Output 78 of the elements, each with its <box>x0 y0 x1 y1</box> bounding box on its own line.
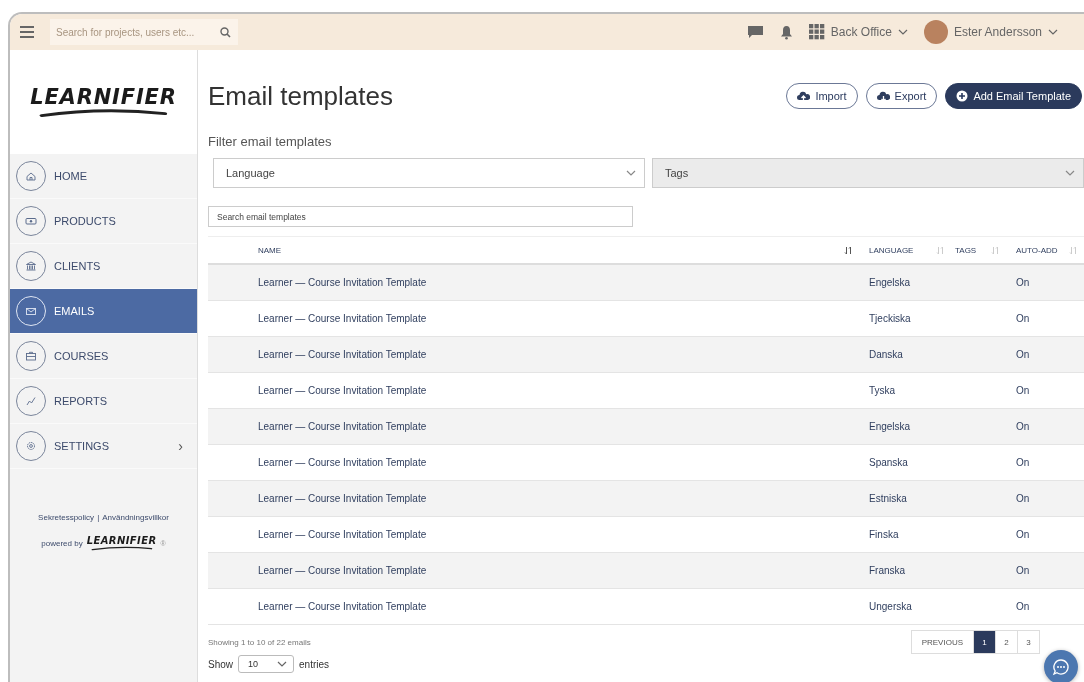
table-cell: Learner — Course Invitation Template <box>258 529 427 540</box>
nav-item[interactable]: PRODUCTS <box>10 199 197 244</box>
table-cell: On <box>1016 529 1030 540</box>
column-header[interactable]: TAGS <box>955 245 991 255</box>
grid-icon <box>808 24 825 40</box>
footer-link[interactable]: Sekretesspolicy <box>38 513 95 522</box>
table-cell: On <box>1016 277 1030 288</box>
chevron-down-icon <box>1065 170 1075 176</box>
table-cell: On <box>1016 385 1030 396</box>
table-cell: Tjeckiska <box>869 313 911 324</box>
column-header[interactable]: LANGUAGE <box>869 245 936 255</box>
table-cell: Tyska <box>869 385 896 396</box>
separator: | <box>97 513 100 522</box>
avatar <box>923 20 948 44</box>
chevron-down-icon <box>626 170 636 176</box>
chevron-right-icon: › <box>178 438 183 454</box>
chat-button[interactable] <box>1044 650 1078 682</box>
sort-icon[interactable] <box>844 245 853 255</box>
menu-icon[interactable] <box>20 26 34 38</box>
workspace-dropdown[interactable]: Back Office <box>808 24 908 40</box>
table-cell: Engelska <box>869 421 911 432</box>
entries-info: Showing 1 to 10 of 22 emails <box>208 637 312 647</box>
show-label: Show <box>208 658 233 670</box>
table-cell: Learner — Course Invitation Template <box>258 421 427 432</box>
table-cell: Finska <box>869 529 899 540</box>
nav-item[interactable]: EMAILS <box>10 289 197 334</box>
page-title: Email templates <box>208 80 394 112</box>
column-header[interactable]: NAME <box>258 245 844 255</box>
cloud-download-icon <box>876 90 890 102</box>
table-cell: On <box>1016 457 1030 468</box>
user-menu[interactable]: Ester Andersson <box>923 20 1058 44</box>
table-cell: On <box>1016 601 1030 612</box>
search-field[interactable]: Search email templates <box>208 206 633 227</box>
plus-circle-icon <box>956 90 969 102</box>
nav-item[interactable]: SETTINGS › <box>10 424 197 469</box>
table-cell: Learner — Course Invitation Template <box>258 493 427 504</box>
chevron-down-icon <box>1048 29 1058 35</box>
chevron-down-icon <box>277 661 287 667</box>
bell-icon[interactable] <box>779 24 793 40</box>
chevron-down-icon <box>897 29 908 35</box>
table-cell: Learner — Course Invitation Template <box>258 457 427 468</box>
table-cell: Estniska <box>869 493 907 504</box>
learnifier-logo: LEARNIFIER <box>30 86 177 118</box>
table-cell: Engelska <box>869 277 911 288</box>
cloud-upload-icon <box>797 90 811 102</box>
table-cell: On <box>1016 349 1030 360</box>
table-cell: Learner — Course Invitation Template <box>258 385 427 396</box>
search-field[interactable]: Search for projects, users etc... <box>50 19 238 45</box>
table-cell: Learner — Course Invitation Template <box>258 277 427 288</box>
table-cell: Spanska <box>869 457 908 468</box>
action-button[interactable]: Import <box>786 83 858 109</box>
learnifier-logo: LEARNIFIER <box>86 536 157 551</box>
table-cell: Learner — Course Invitation Template <box>258 349 427 360</box>
page-button[interactable]: 1 <box>973 631 995 653</box>
entries-label: entries <box>299 658 330 670</box>
table-cell: On <box>1016 493 1030 504</box>
table-cell: Danska <box>869 349 903 360</box>
filter-label: Filter email templates <box>208 134 333 149</box>
action-button[interactable]: Export <box>865 83 938 109</box>
footer-link[interactable]: Användningsvillkor <box>102 513 169 522</box>
table-cell: Ungerska <box>869 601 912 612</box>
speech-bubble-icon <box>1052 658 1070 676</box>
table-cell: On <box>1016 421 1030 432</box>
filter-dropdown[interactable]: Language <box>213 158 645 188</box>
table-cell: Learner — Course Invitation Template <box>258 565 427 576</box>
page-length-select[interactable]: 10 <box>238 655 294 673</box>
add-template-button[interactable]: Add Email Template <box>945 83 1082 109</box>
chat-icon[interactable] <box>746 25 764 39</box>
nav-item[interactable]: HOME <box>10 154 197 199</box>
nav-item[interactable]: COURSES <box>10 334 197 379</box>
column-header[interactable]: AUTO-ADD <box>1016 245 1069 255</box>
powered-by-label: powered by <box>41 538 83 548</box>
table-cell: Learner — Course Invitation Template <box>258 601 427 612</box>
nav-item[interactable]: REPORTS <box>10 379 197 424</box>
table-cell: On <box>1016 565 1030 576</box>
table-cell: Learner — Course Invitation Template <box>258 313 427 324</box>
table-cell: On <box>1016 313 1030 324</box>
table-cell: Franska <box>869 565 906 576</box>
